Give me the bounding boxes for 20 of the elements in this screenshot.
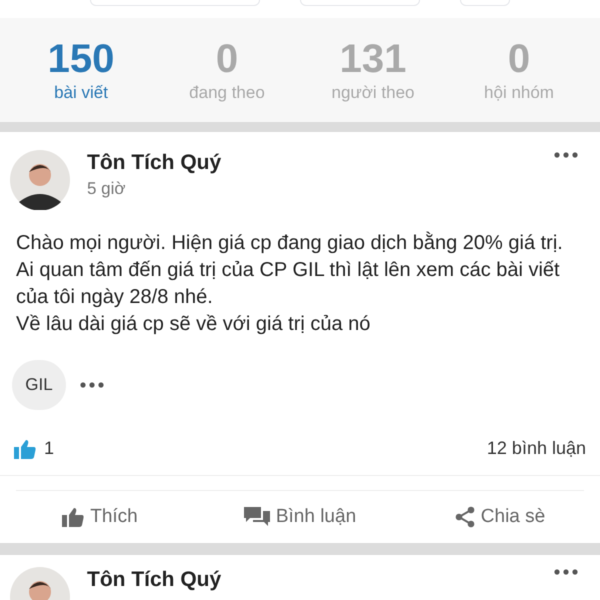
share-button[interactable]: Chia sè xyxy=(400,502,600,532)
author-name: Tôn Tích Quý xyxy=(87,151,222,175)
like-count: 1 xyxy=(44,437,54,460)
share-icon xyxy=(454,506,475,528)
avatar[interactable] xyxy=(10,150,70,210)
thumbs-up-icon xyxy=(14,438,36,458)
post-time: 5 giờ xyxy=(87,178,127,200)
comment-count[interactable]: 12 bình luận xyxy=(486,435,586,462)
post-text: Chào mọi người. Hiện giá cp đang giao dịch bằng 20% giá trị. Ai quan tâm đến giá trị của CP GIL thì lật lên xem các bài viết của tôi ngày 28/8 nhé. xyxy=(16,230,564,310)
more-icon[interactable] xyxy=(554,152,578,158)
stat-tab[interactable]: 150 bài viết xyxy=(8,36,154,104)
tag-chip[interactable]: GIL xyxy=(12,360,66,410)
post-text: Về lâu dài giá cp sẽ về với giá trị của nó xyxy=(16,312,372,337)
more-icon[interactable] xyxy=(80,382,104,388)
speech-bubbles-icon xyxy=(244,506,270,528)
more-icon[interactable] xyxy=(554,569,578,575)
comment-button[interactable]: Bình luận xyxy=(200,502,400,532)
thumbs-up-icon xyxy=(62,507,84,527)
author-name: Tôn Tích Quý xyxy=(87,568,222,592)
like-button[interactable]: Thích xyxy=(0,502,200,532)
